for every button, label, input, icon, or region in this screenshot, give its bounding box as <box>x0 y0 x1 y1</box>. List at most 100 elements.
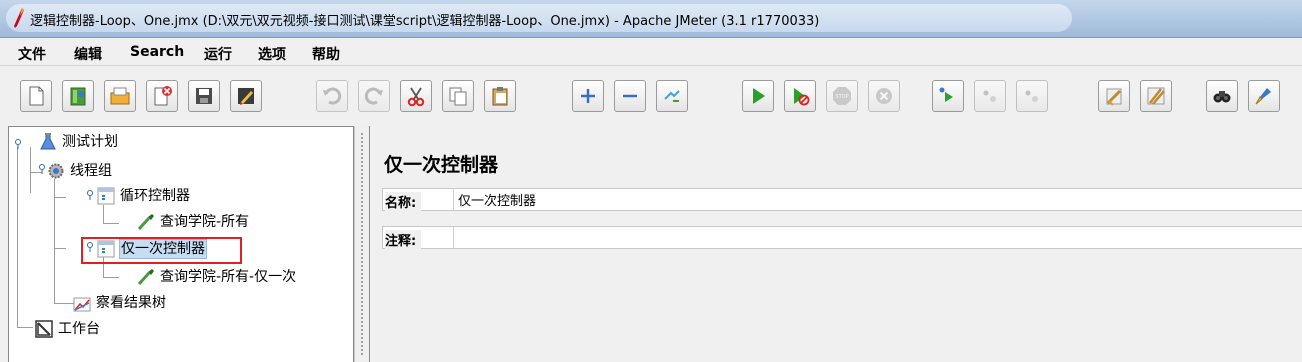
remote-exit-button[interactable] <box>1016 80 1048 112</box>
tree-label: 工作台 <box>58 321 100 337</box>
tree-node-test-plan[interactable]: 测试计划 <box>39 132 119 152</box>
comment-input[interactable] <box>453 227 1302 248</box>
close-icon <box>154 86 172 106</box>
expand-handle-icon[interactable] <box>37 164 47 174</box>
tree-node-sampler-once[interactable]: 查询学院-所有-仅一次 <box>137 267 297 287</box>
tree-connector <box>30 147 31 193</box>
new-button[interactable] <box>20 80 52 112</box>
expand-icon <box>581 89 595 103</box>
menu-search[interactable]: Search <box>130 44 184 60</box>
tree-node-results-tree[interactable]: 察看结果树 <box>73 293 167 313</box>
window-title: 逻辑控制器-Loop、One.jmx (D:\双元\双元视频-接口测试\课堂sc… <box>30 14 820 29</box>
tree-label: 线程组 <box>70 163 112 179</box>
copy-button[interactable] <box>442 80 474 112</box>
remote-start-icon <box>939 87 953 102</box>
menu-options[interactable]: 选项 <box>258 44 286 64</box>
collapse-all-button[interactable] <box>614 80 646 112</box>
tree-connector <box>103 223 119 224</box>
open-icon <box>110 87 130 105</box>
menu-file[interactable]: 文件 <box>18 44 46 64</box>
clear-button[interactable] <box>1098 80 1130 112</box>
save-as-button[interactable] <box>230 80 262 112</box>
cut-icon <box>407 87 425 107</box>
tree-label: 测试计划 <box>62 134 118 150</box>
name-input[interactable] <box>453 189 1302 210</box>
shutdown-icon <box>876 88 892 104</box>
undo-button[interactable] <box>316 80 348 112</box>
tree-connector <box>17 327 33 328</box>
tree-node-thread-group[interactable]: 线程组 <box>47 161 113 181</box>
tree-connector <box>103 205 104 223</box>
start-button[interactable] <box>742 80 774 112</box>
reset-search-button[interactable] <box>1248 80 1280 112</box>
templates-button[interactable] <box>62 80 94 112</box>
save-icon <box>196 88 212 104</box>
menu-edit[interactable]: 编辑 <box>74 44 102 64</box>
flask-icon <box>40 133 56 150</box>
toolbar: STOP <box>0 66 1302 122</box>
splitter-handle[interactable] <box>354 126 370 362</box>
remote-exit-icon <box>1025 90 1038 102</box>
name-field-row: 名称: <box>382 188 1302 211</box>
start-no-pauses-button[interactable] <box>784 80 816 112</box>
controller-icon <box>97 187 115 205</box>
expand-all-button[interactable] <box>572 80 604 112</box>
menu-bar: 文件 编辑 Search 运行 选项 帮助 <box>0 38 1302 66</box>
start-icon <box>753 88 765 104</box>
comment-label: 注释: <box>385 230 422 249</box>
clear-all-icon <box>1147 87 1165 105</box>
toggle-icon <box>664 90 680 102</box>
chart-icon <box>73 297 91 312</box>
expand-handle-icon[interactable] <box>85 190 95 200</box>
pipette-icon <box>137 269 154 286</box>
cut-button[interactable] <box>400 80 432 112</box>
collapse-icon <box>623 94 637 98</box>
comment-field-row: 注释: <box>382 226 1302 249</box>
toggle-button[interactable] <box>656 80 688 112</box>
gear-icon <box>48 163 64 179</box>
menu-help[interactable]: 帮助 <box>312 44 340 64</box>
templates-icon <box>70 87 86 106</box>
save-as-icon <box>238 88 254 105</box>
tree-label: 查询学院-所有 <box>160 214 250 230</box>
tree-label: 察看结果树 <box>96 295 166 311</box>
copy-icon <box>449 87 467 106</box>
jmeter-feather-icon <box>14 8 24 28</box>
undo-icon <box>323 87 342 105</box>
search-button[interactable] <box>1206 80 1238 112</box>
new-icon <box>29 86 44 106</box>
tree-node-workbench[interactable]: 工作台 <box>35 319 101 339</box>
close-button[interactable] <box>146 80 178 112</box>
remote-stop-icon <box>983 90 996 102</box>
splitter-grip <box>360 132 364 356</box>
pipette-icon <box>137 214 154 231</box>
svg-text:STOP: STOP <box>835 94 848 100</box>
open-button[interactable] <box>104 80 136 112</box>
stop-icon: STOP <box>833 87 851 105</box>
tree-connector <box>54 197 66 198</box>
redo-icon <box>364 87 383 105</box>
menu-run[interactable]: 运行 <box>204 44 232 64</box>
paste-button[interactable] <box>484 80 516 112</box>
controller-panel: 仅一次控制器 名称: 注释: <box>370 126 1302 362</box>
redo-button[interactable] <box>358 80 390 112</box>
stop-button[interactable]: STOP <box>826 80 858 112</box>
clear-icon <box>1106 88 1122 106</box>
expand-handle-icon[interactable] <box>13 139 23 149</box>
tree-label: 查询学院-所有-仅一次 <box>160 269 297 285</box>
tree-connector <box>17 147 18 327</box>
start-no-pause-icon <box>794 88 810 106</box>
remote-start-button[interactable] <box>932 80 964 112</box>
save-button[interactable] <box>188 80 220 112</box>
tree-node-sampler-all[interactable]: 查询学院-所有 <box>137 212 250 232</box>
remote-stop-button[interactable] <box>974 80 1006 112</box>
panel-title: 仅一次控制器 <box>384 154 499 176</box>
name-label: 名称: <box>385 192 422 211</box>
tree-connector <box>54 248 66 249</box>
paste-icon <box>492 87 508 106</box>
tree-node-loop-controller[interactable]: 循环控制器 <box>97 186 191 206</box>
title-bar: 逻辑控制器-Loop、One.jmx (D:\双元\双元视频-接口测试\课堂sc… <box>0 0 1302 38</box>
shutdown-button[interactable] <box>868 80 900 112</box>
clear-all-button[interactable] <box>1140 80 1172 112</box>
tree-label: 循环控制器 <box>120 188 190 204</box>
